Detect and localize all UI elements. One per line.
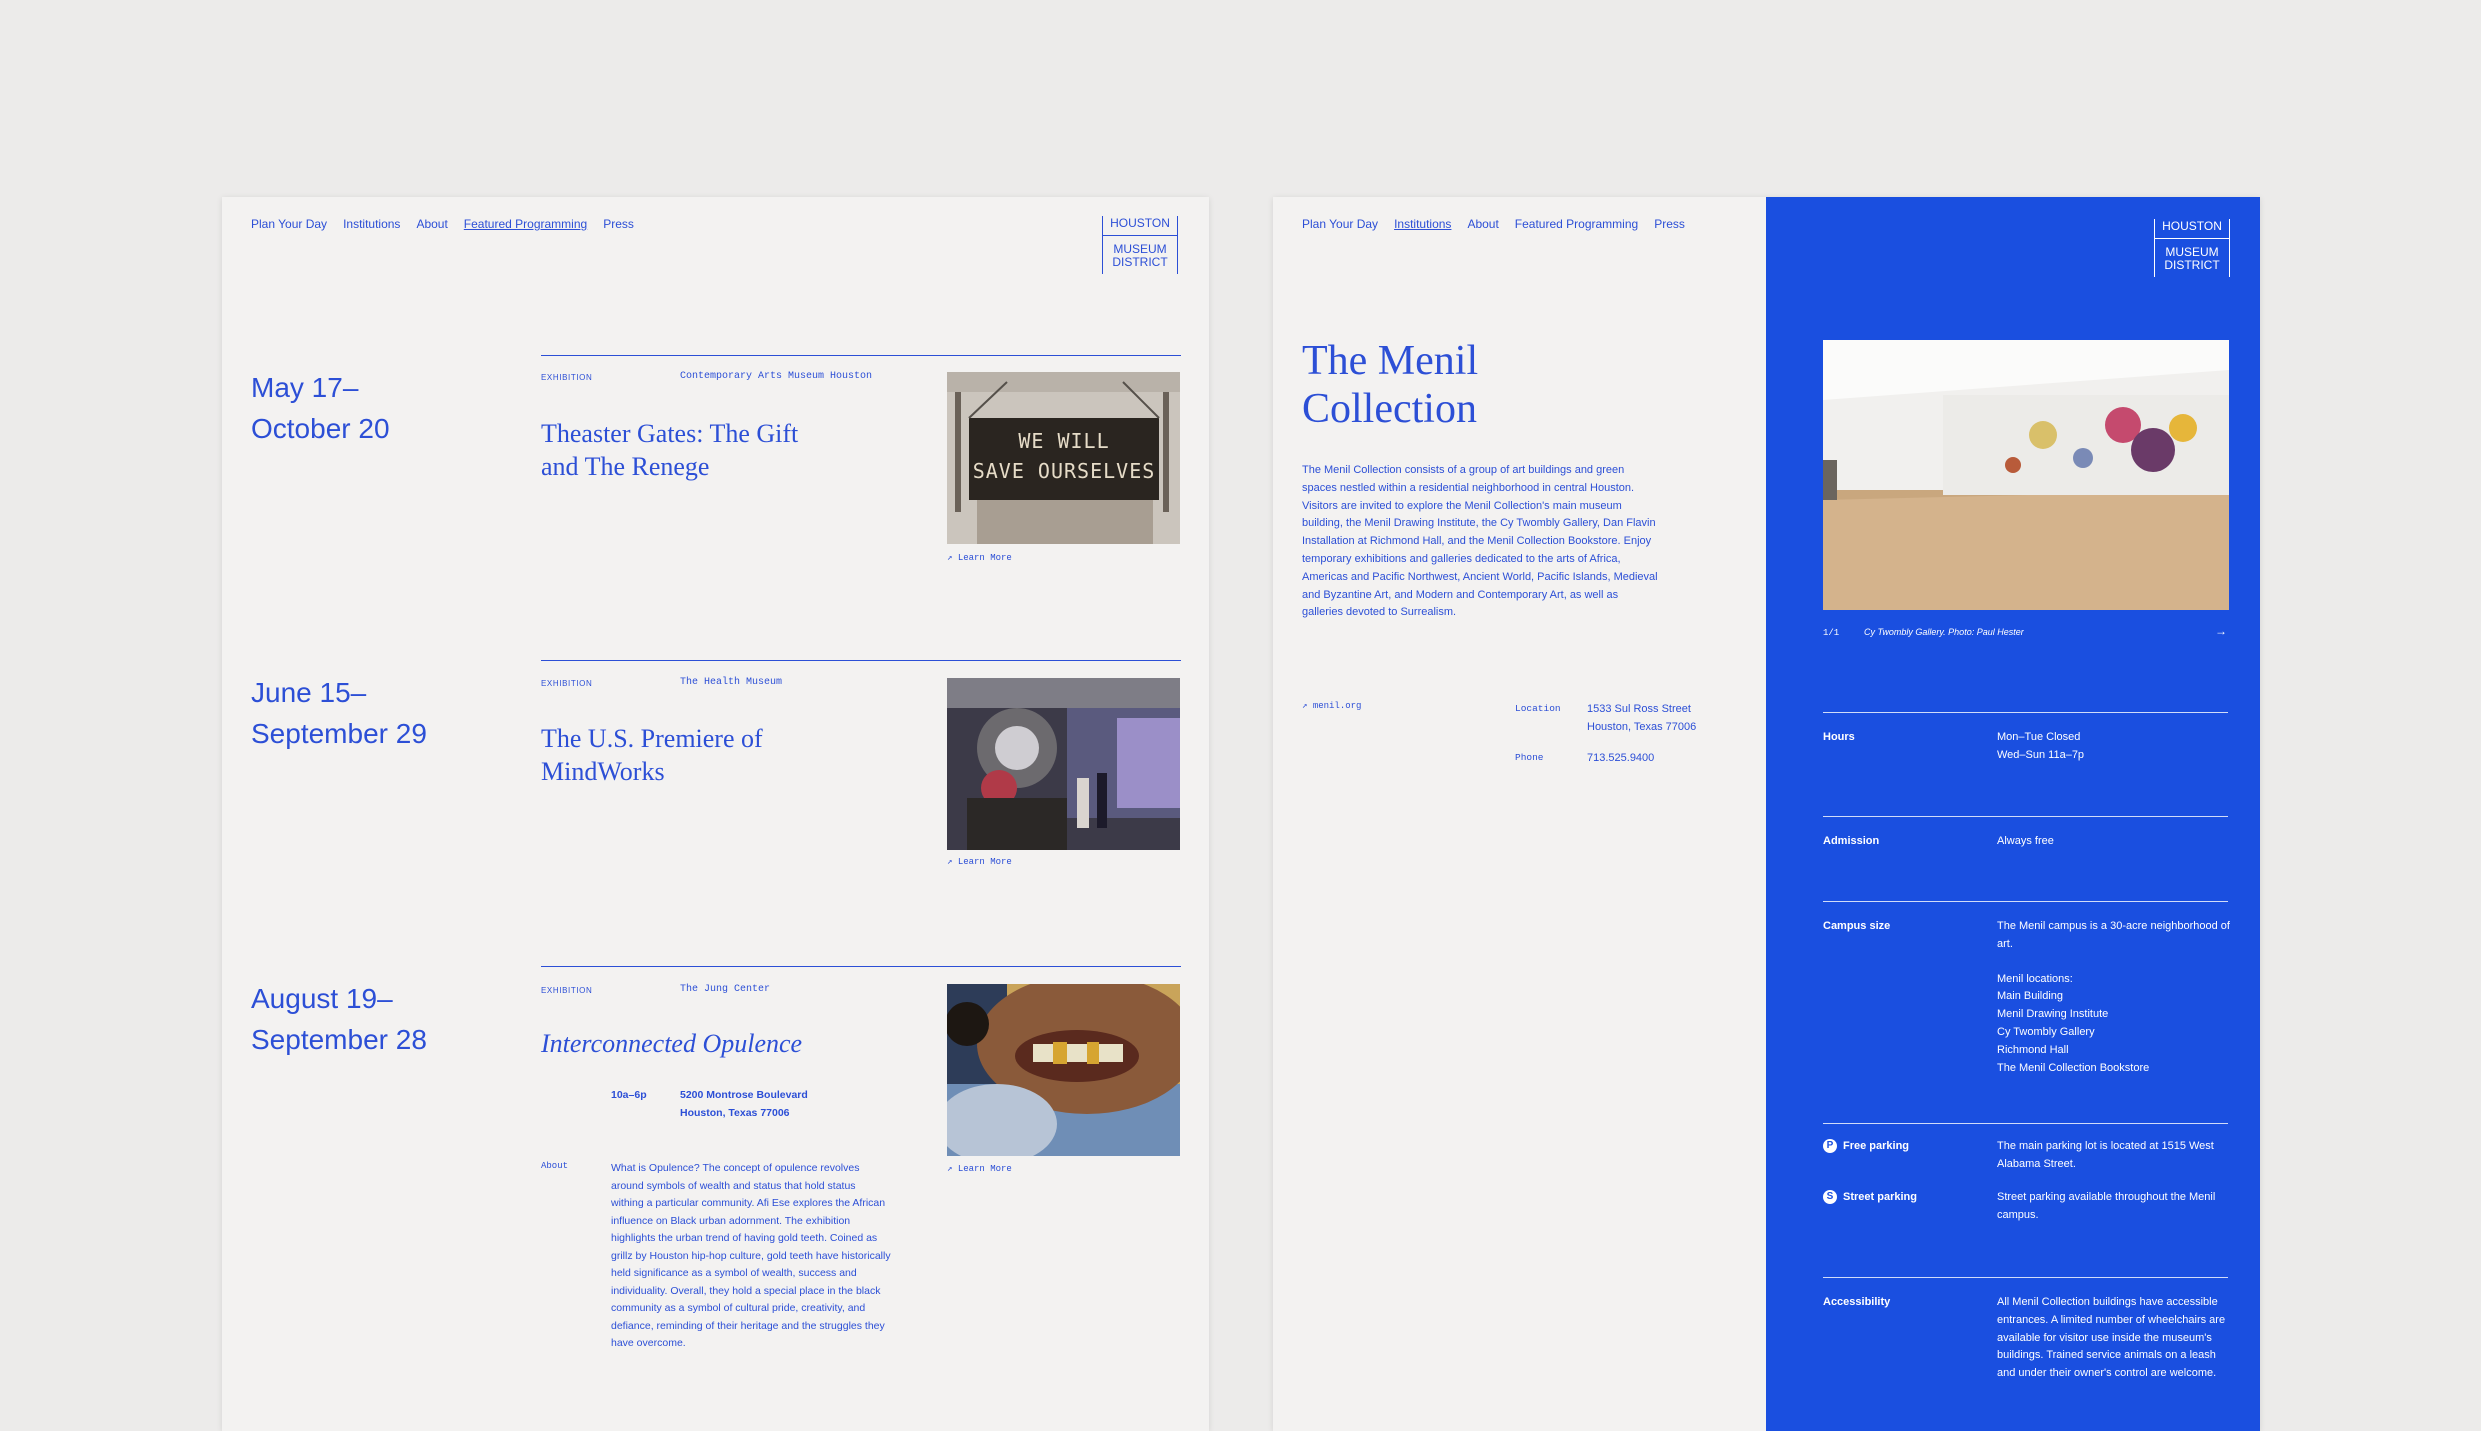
campus-size-value: The Menil campus is a 30-acre neighborho… [1997,920,2230,1074]
parking-icon: P [1823,1139,1837,1153]
houston-museum-district-logo[interactable]: HOUSTON MUSEUM DISTRICT [1102,216,1178,274]
institution-description: The Menil Collection consists of a group… [1302,464,1658,619]
learn-more-link[interactable]: ↗ Learn More [947,553,1012,563]
campus-size-label: Campus size [1823,920,1891,932]
event-type: EXHIBITION [541,986,593,995]
event-title[interactable]: Theaster Gates: The Gift and The Renege [541,417,841,483]
location-label: Location [1515,703,1561,714]
institution-page: Plan Your Day Institutions About Feature… [1273,197,2260,1431]
phone-label: Phone [1515,752,1544,763]
accessibility-label: Accessibility [1823,1296,1891,1308]
event-image[interactable] [947,678,1180,850]
hours-value: Mon–Tue Closed Wed–Sun 11a–7p [1997,731,2085,761]
learn-more-link[interactable]: ↗ Learn More [947,1164,1012,1174]
gallery-counter: 1/1 [1823,628,1840,638]
link-icon: ↗ [947,857,953,867]
street-parking-value: Street parking available throughout the … [1997,1191,2216,1221]
nav-about[interactable]: About [416,217,447,231]
hours-label: Hours [1823,731,1855,743]
nav-about[interactable]: About [1467,217,1498,231]
gallery-image[interactable] [1823,340,2229,610]
about-text: What is Opulence? The concept of opulenc… [611,1162,891,1349]
featured-programming-page: Plan Your Day Institutions About Feature… [222,197,1209,1431]
next-arrow-icon[interactable]: → [2215,624,2227,638]
page-title: The Menil Collection [1302,338,1479,432]
event-hours: 10a–6p [611,1089,647,1101]
event-venue[interactable]: The Health Museum [680,677,782,688]
street-parking-label: S Street parking [1823,1190,1917,1204]
gallery-caption: Cy Twombly Gallery. Photo: Paul Hester [1864,627,2024,637]
free-parking-label: P Free parking [1823,1139,1909,1153]
location-address: 1533 Sul Ross Street Houston, Texas 77006 [1587,703,1697,733]
website-link[interactable]: ↗ menil.org [1302,701,1361,711]
event-date: June 15– September 29 [251,677,427,749]
nav-press[interactable]: Press [603,217,634,231]
event-venue[interactable]: Contemporary Arts Museum Houston [680,371,872,382]
nav-plan-your-day[interactable]: Plan Your Day [251,217,327,231]
event-type: EXHIBITION [541,373,593,382]
event-type: EXHIBITION [541,679,593,688]
event-image[interactable] [947,984,1180,1156]
visitor-info-panel: HOUSTON MUSEUM DISTRICT 1/1 Cy Twombly Ga… [1766,197,2260,1431]
phone-number[interactable]: 713.525.9400 [1587,750,1654,768]
event-date: May 17– October 20 [251,372,390,444]
event-image[interactable]: WE WILL SAVE OURSELVES [947,372,1180,544]
houston-museum-district-logo[interactable]: HOUSTON MUSEUM DISTRICT [2154,219,2230,277]
street-parking-icon: S [1823,1190,1837,1204]
admission-value: Always free [1997,835,2054,847]
nav-plan-your-day[interactable]: Plan Your Day [1302,217,1378,231]
image-sign-text: WE WILL SAVE OURSELVES [972,429,1156,483]
link-icon: ↗ [947,553,953,563]
event-venue[interactable]: The Jung Center [680,984,770,995]
nav-featured-programming[interactable]: Featured Programming [1515,217,1638,231]
event-date: August 19– September 28 [251,983,427,1055]
main-nav: Plan Your Day Institutions About Feature… [1302,217,1685,231]
learn-more-link[interactable]: ↗ Learn More [947,857,1012,867]
link-icon: ↗ [1302,701,1308,711]
free-parking-value: The main parking lot is located at 1515 … [1997,1140,2214,1170]
accessibility-value: All Menil Collection buildings have acce… [1997,1296,2226,1380]
nav-featured-programming[interactable]: Featured Programming [464,217,587,231]
about-label: About [541,1161,569,1171]
nav-institutions[interactable]: Institutions [1394,217,1451,231]
event-address: 5200 Montrose Boulevard Houston, Texas 77… [680,1089,808,1119]
admission-label: Admission [1823,835,1880,847]
main-nav: Plan Your Day Institutions About Feature… [251,217,634,231]
nav-press[interactable]: Press [1654,217,1685,231]
event-title[interactable]: The U.S. Premiere of MindWorks [541,722,841,788]
event-title[interactable]: Interconnected Opulence [541,1027,901,1060]
link-icon: ↗ [947,1164,953,1174]
nav-institutions[interactable]: Institutions [343,217,400,231]
